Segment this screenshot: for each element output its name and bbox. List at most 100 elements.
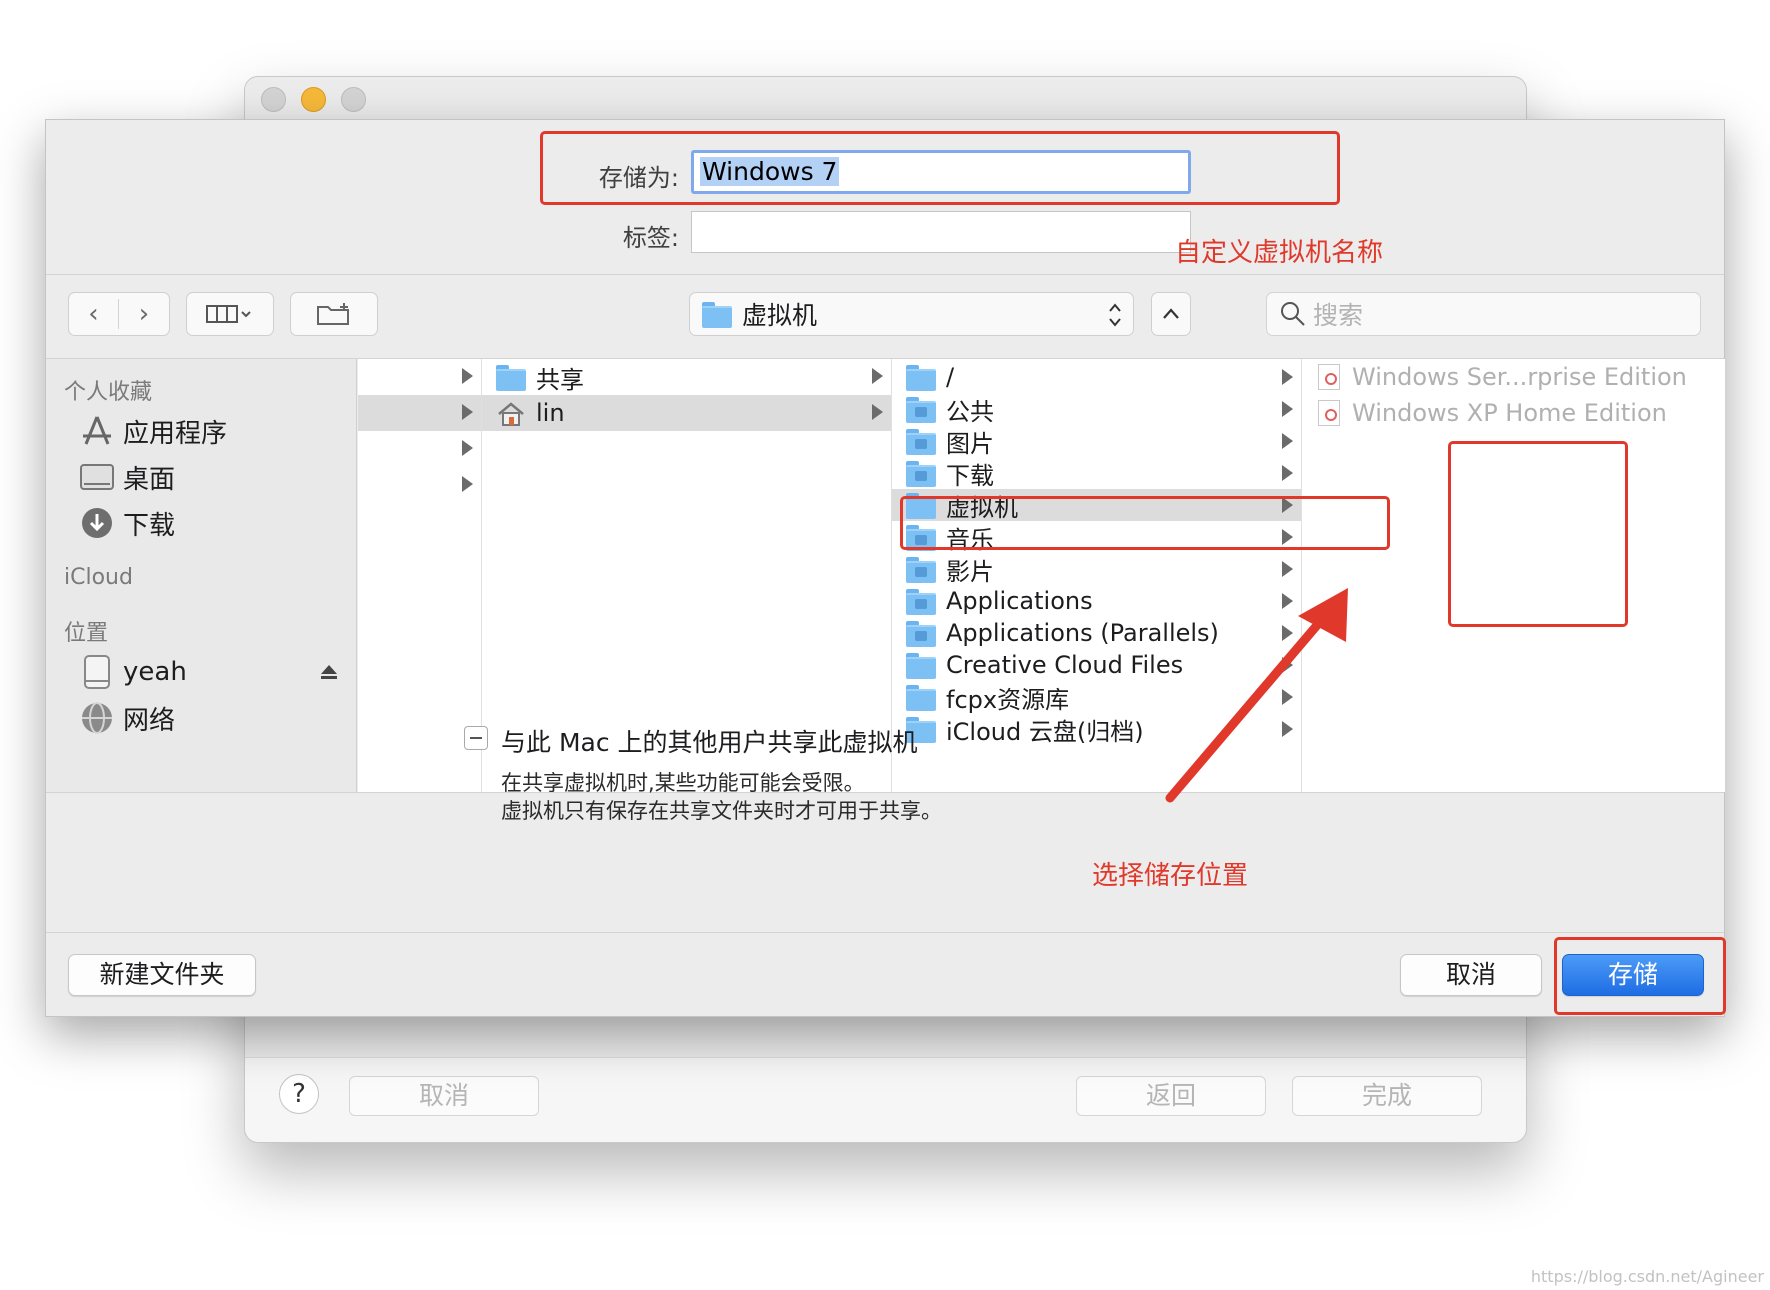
chevron-right-icon	[1282, 433, 1293, 449]
browser-column-1	[358, 359, 482, 792]
folder-icon	[906, 621, 936, 647]
chevron-right-icon	[872, 404, 883, 420]
icloud-header: iCloud	[64, 565, 133, 590]
folder-icon	[906, 557, 936, 583]
chevron-right-icon	[1282, 369, 1293, 385]
list-item-label: Applications	[946, 587, 1093, 615]
annotation-save-box	[1554, 937, 1726, 1015]
cancel-button[interactable]: 取消	[1400, 954, 1542, 996]
window-footer: ? 取消 返回 完成	[245, 1057, 1526, 1142]
sidebar-item-desktop[interactable]: 桌面	[79, 457, 175, 497]
sidebar-item-downloads[interactable]: 下载	[79, 503, 175, 543]
annotation-name-box	[540, 131, 1340, 205]
list-item-label: Creative Cloud Files	[946, 651, 1184, 679]
list-item-shared[interactable]: 共享	[482, 359, 891, 395]
minimize-window-button[interactable]	[301, 87, 326, 112]
annotation-location-box	[900, 496, 1390, 550]
share-option-label: 与此 Mac 上的其他用户共享此虚拟机	[501, 728, 918, 757]
list-item[interactable]: 下载	[892, 457, 1301, 490]
chevron-right-icon	[1282, 561, 1293, 577]
home-icon	[496, 401, 526, 426]
tags-label: 标签:	[622, 224, 679, 252]
new-folder-toolbar-button[interactable]	[290, 292, 378, 336]
list-item[interactable]	[358, 431, 481, 467]
zoom-window-button[interactable]	[341, 87, 366, 112]
share-note-1: 在共享虚拟机时,某些功能可能会受限。	[501, 771, 865, 795]
chevron-up-icon	[1163, 308, 1179, 319]
list-item-label: 图片	[946, 429, 994, 458]
location-label: 虚拟机	[742, 301, 818, 330]
sidebar-item-label: 桌面	[123, 464, 176, 495]
list-item[interactable]	[358, 395, 481, 431]
watermark: https://blog.csdn.net/Agineer	[1530, 1267, 1764, 1286]
view-mode-button[interactable]	[186, 292, 274, 336]
new-folder-button[interactable]: 新建文件夹	[68, 954, 256, 996]
desktop-icon	[79, 459, 115, 495]
sidebar-item-label: 应用程序	[123, 418, 228, 449]
close-window-button[interactable]	[261, 87, 286, 112]
tags-input[interactable]	[691, 211, 1191, 253]
list-item-label: Windows XP Home Edition	[1352, 399, 1667, 427]
bg-done-button[interactable]: 完成	[1292, 1076, 1482, 1116]
list-item[interactable]: /	[892, 361, 1301, 393]
bg-back-button[interactable]: 返回	[1076, 1076, 1266, 1116]
chevron-right-icon	[872, 368, 883, 384]
collapse-button[interactable]	[1151, 292, 1191, 336]
sidebar-item-label: yeah	[123, 657, 187, 687]
list-item[interactable]	[358, 467, 481, 503]
chevron-right-icon	[1282, 465, 1293, 481]
list-item-label: fcpx资源库	[946, 685, 1070, 714]
list-item-label: 公共	[946, 397, 994, 426]
list-item-label: /	[946, 363, 955, 391]
list-item-label: 下载	[946, 461, 994, 490]
vm-item[interactable]: Windows XP Home Edition	[1302, 395, 1725, 431]
disk-icon	[79, 654, 115, 690]
up-down-chevron-icon	[1109, 303, 1121, 327]
sidebar-item-label: 下载	[123, 510, 176, 541]
columns-view-icon	[206, 305, 251, 323]
parallels-vm-icon	[1318, 364, 1340, 390]
favorites-header: 个人收藏	[64, 380, 153, 405]
list-item[interactable]	[358, 359, 481, 395]
chevron-right-icon	[462, 440, 473, 456]
share-checkbox[interactable]	[464, 726, 488, 750]
annotation-location-note: 选择储存位置	[1092, 861, 1249, 891]
eject-icon[interactable]	[319, 662, 339, 682]
folder-icon	[906, 461, 936, 487]
search-field[interactable]: 搜索	[1266, 292, 1701, 336]
list-item[interactable]: 图片	[892, 425, 1301, 458]
search-icon	[1281, 302, 1305, 326]
folder-icon	[906, 429, 936, 455]
list-item-label: 共享	[536, 365, 584, 394]
list-item-lin[interactable]: lin	[482, 395, 891, 431]
sidebar-item-yeah[interactable]: yeah	[79, 652, 339, 692]
chevron-right-icon	[1282, 401, 1293, 417]
chevron-right-icon	[462, 368, 473, 384]
share-note-2: 虚拟机只有保存在共享文件夹时才可用于共享。	[501, 799, 942, 823]
bg-cancel-button[interactable]: 取消	[349, 1076, 539, 1116]
sidebar-item-label: 网络	[123, 705, 176, 736]
annotation-arrow	[1165, 588, 1348, 803]
forward-icon[interactable]: ›	[119, 299, 169, 329]
list-item-label: lin	[536, 399, 565, 427]
sidebar-item-network[interactable]: 网络	[79, 698, 175, 738]
annotation-name-note: 自定义虚拟机名称	[1175, 238, 1384, 268]
locations-header: 位置	[64, 621, 109, 646]
back-icon[interactable]: ‹	[69, 299, 119, 329]
list-item-label: iCloud 云盘(归档)	[946, 717, 1144, 746]
sidebar-item-applications[interactable]: 应用程序	[79, 411, 227, 451]
list-item[interactable]: 公共	[892, 393, 1301, 426]
folder-icon	[906, 589, 936, 615]
download-icon	[79, 505, 115, 541]
list-item-label: Windows Ser...rprise Edition	[1352, 363, 1687, 391]
vm-item[interactable]: Windows Ser...rprise Edition	[1302, 359, 1725, 395]
chevron-right-icon	[462, 404, 473, 420]
location-popup[interactable]: 虚拟机	[689, 292, 1134, 336]
chevron-right-icon	[462, 476, 473, 492]
parallels-vm-icon	[1318, 400, 1340, 426]
network-globe-icon	[79, 700, 115, 736]
back-forward-control: ‹ ›	[68, 292, 170, 336]
help-button[interactable]: ?	[279, 1074, 319, 1114]
annotation-target-box	[1448, 441, 1628, 627]
list-item-label: 影片	[946, 557, 994, 586]
